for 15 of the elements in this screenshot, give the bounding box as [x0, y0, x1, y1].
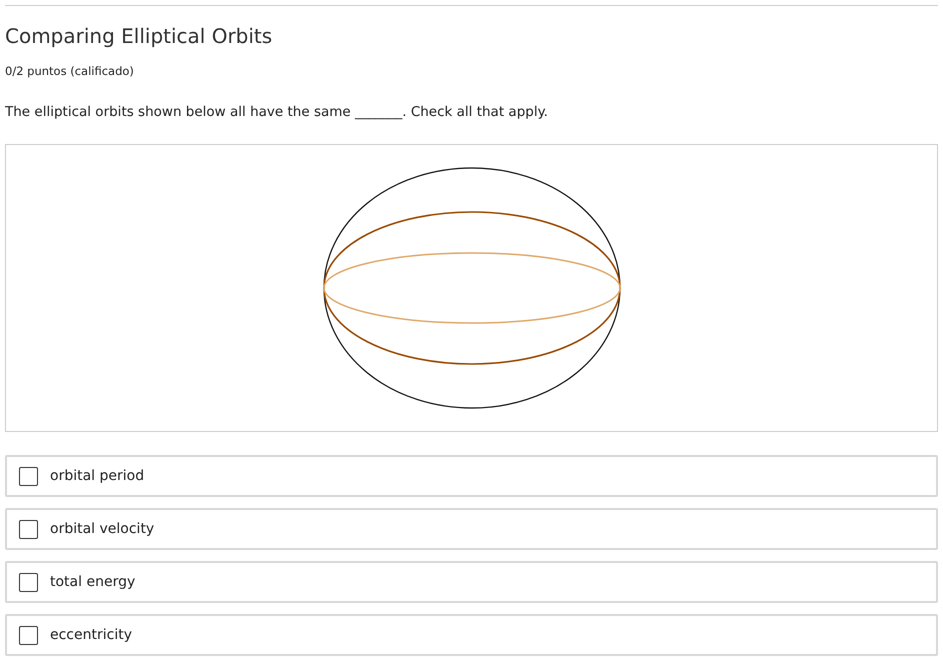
option-row[interactable]: orbital velocity — [5, 508, 938, 550]
score-text: 0/2 puntos (calificado) — [5, 63, 135, 79]
option-row[interactable]: orbital period — [5, 455, 938, 497]
problem-title: Comparing Elliptical Orbits — [5, 23, 274, 49]
checkbox[interactable] — [19, 626, 38, 644]
option-label: orbital velocity — [50, 521, 154, 537]
option-row[interactable]: total energy — [5, 561, 938, 603]
question-text: The elliptical orbits shown below all have the same _______. Check all that apply. — [5, 103, 549, 121]
option-label: eccentricity — [50, 627, 132, 643]
option-label: total energy — [50, 574, 136, 590]
option-row[interactable]: eccentricity — [5, 614, 938, 656]
option-label: orbital period — [50, 468, 144, 484]
checkbox[interactable] — [19, 520, 38, 538]
checkbox[interactable] — [19, 572, 38, 592]
checkbox[interactable] — [19, 466, 38, 486]
